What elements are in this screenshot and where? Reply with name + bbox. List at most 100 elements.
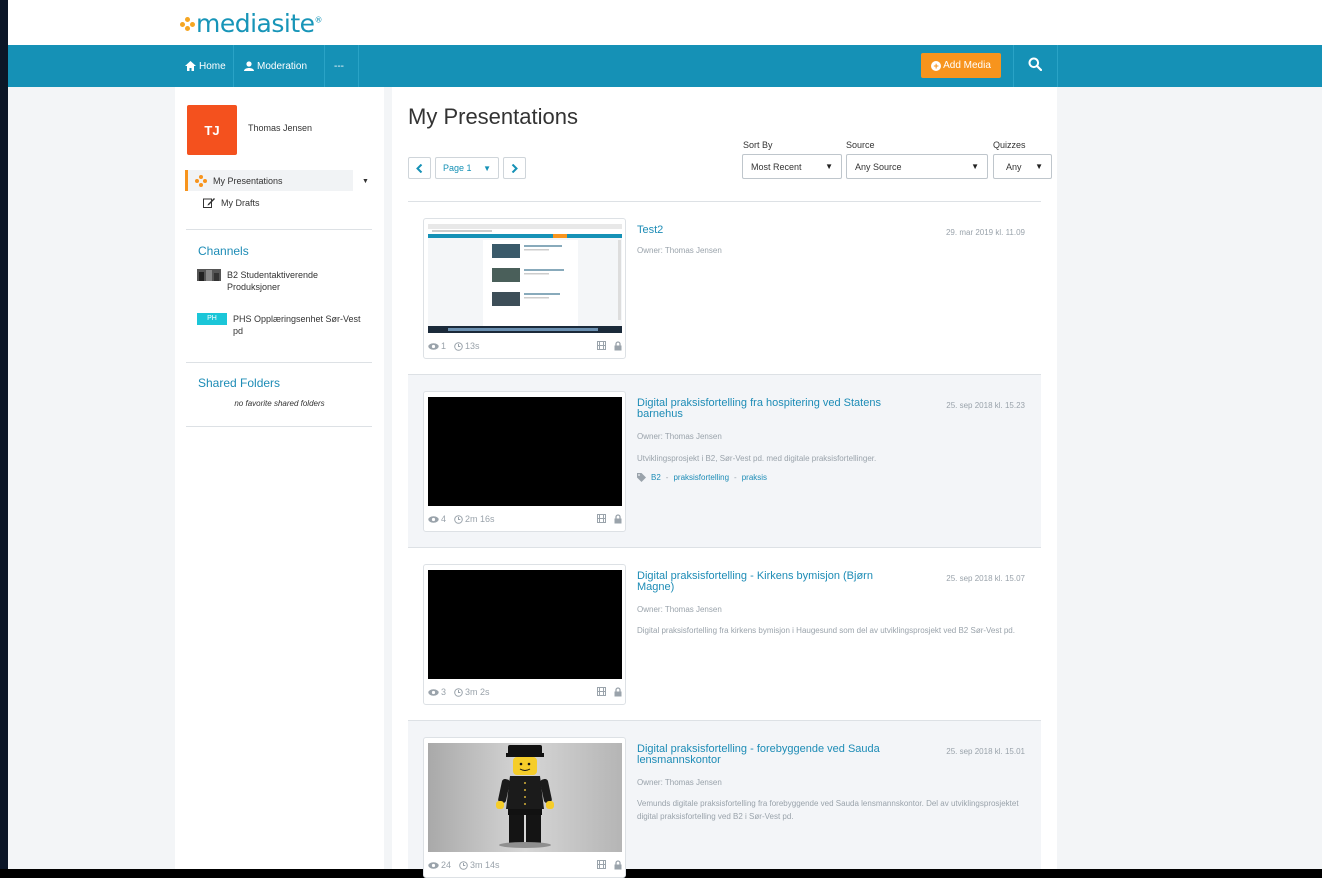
- page-select-value: Page 1: [443, 163, 472, 173]
- presentation-owner: Owner: Thomas Jensen: [637, 432, 722, 441]
- sidebar-item-label: My Drafts: [221, 197, 260, 208]
- presentation-owner: Owner: Thomas Jensen: [637, 246, 722, 255]
- lego-figure-thumbnail: [428, 743, 622, 852]
- clock-icon: [454, 687, 463, 697]
- presentation-title-link[interactable]: Digital praksisfortelling - Kirkens bymi…: [637, 571, 897, 593]
- presentation-description: Utviklingsprosjekt i B2, Sør-Vest pd. me…: [637, 454, 877, 463]
- presentation-thumbnail: [428, 570, 622, 679]
- view-count-value: 1: [441, 341, 447, 351]
- divider: [186, 426, 372, 427]
- presentation-title-link[interactable]: Digital praksisfortelling - forebyggende…: [637, 744, 897, 766]
- eye-icon: [428, 688, 439, 696]
- presentation-stats: 3 3m 2s: [428, 686, 622, 698]
- presentation-title-link[interactable]: Test2: [637, 225, 897, 236]
- channel-badge: PH: [197, 313, 227, 325]
- presentation-thumbnail-card[interactable]: 4 2m 16s: [423, 391, 626, 532]
- clock-icon: [454, 341, 463, 351]
- presentation-thumbnail-card[interactable]: 1 13s: [423, 218, 626, 359]
- presentation-description: Digital praksisfortelling fra kirkens by…: [637, 626, 1015, 635]
- presentation-date: 25. sep 2018 kl. 15.01: [946, 747, 1025, 756]
- presentation-thumbnail-card[interactable]: 24 3m 14s: [423, 737, 626, 878]
- view-count-value: 4: [441, 514, 447, 524]
- view-count: 4: [428, 514, 446, 524]
- presentation-stats: 1 13s: [428, 340, 622, 352]
- channels-heading: Channels: [198, 244, 249, 258]
- edit-icon: [203, 198, 215, 208]
- duration-value: 13s: [465, 341, 480, 351]
- channel-thumbnail: [197, 269, 221, 281]
- user-icon: [244, 61, 254, 71]
- source-label: Source: [846, 140, 875, 150]
- channel-item[interactable]: PH PHS Opplæringsenhet Sør-Vest pd: [197, 313, 373, 337]
- presentation-owner: Owner: Thomas Jensen: [637, 778, 722, 787]
- presentation-title-link[interactable]: Digital praksisfortelling fra hospiterin…: [637, 398, 897, 420]
- nav-separator: [324, 45, 325, 87]
- mediasite-dots-icon: [195, 174, 209, 187]
- header: mediasite®: [8, 0, 1322, 45]
- presentation-stats: 24 3m 14s: [428, 859, 622, 871]
- divider: [186, 229, 372, 230]
- sidebar-item-label: My Presentations: [213, 175, 283, 186]
- presentation-item[interactable]: 24 3m 14s Digital praksisfortelling - fo…: [408, 721, 1041, 878]
- add-media-button[interactable]: + Add Media: [921, 53, 1001, 78]
- mediasite-logo[interactable]: mediasite®: [180, 9, 323, 38]
- avatar-initials: TJ: [204, 122, 220, 138]
- presentation-thumbnail: [428, 743, 622, 852]
- tag-link[interactable]: praksis: [742, 473, 767, 482]
- caret-down-icon: ▼: [825, 162, 833, 171]
- presentation-owner: Owner: Thomas Jensen: [637, 605, 722, 614]
- caret-down-icon[interactable]: ▼: [362, 178, 369, 185]
- clock-icon: [459, 860, 468, 870]
- duration-value: 2m 16s: [465, 514, 495, 524]
- presentation-thumbnail-card[interactable]: 3 3m 2s: [423, 564, 626, 705]
- content-area: TJ Thomas Jensen My Presentations ▼ My D…: [8, 87, 1322, 878]
- shared-folders-heading: Shared Folders: [198, 376, 281, 390]
- presentation-item[interactable]: 4 2m 16s Digital praksisfortelling fra h…: [408, 375, 1041, 547]
- nav-more[interactable]: ---: [334, 45, 344, 87]
- quizzes-label: Quizzes: [993, 140, 1026, 150]
- quizzes-value: Any: [1006, 161, 1022, 172]
- search-button[interactable]: [1028, 57, 1048, 77]
- sort-by-select[interactable]: Most Recent ▼: [742, 154, 842, 179]
- avatar[interactable]: TJ: [187, 105, 237, 155]
- no-shared-folders-text: no favorite shared folders: [234, 399, 325, 408]
- duration: 2m 16s: [454, 514, 495, 524]
- clock-icon: [454, 514, 463, 524]
- sidebar-item-my-presentations[interactable]: My Presentations: [185, 170, 353, 191]
- channel-item[interactable]: B2 Studentaktiverende Produksjoner: [197, 269, 347, 293]
- nav-moderation[interactable]: Moderation: [244, 45, 307, 87]
- tag-link[interactable]: praksisfortelling: [673, 473, 729, 482]
- add-media-label: Add Media: [943, 60, 991, 71]
- film-icon: [597, 341, 606, 350]
- caret-down-icon: ▼: [971, 162, 979, 171]
- quizzes-select[interactable]: Any ▼: [993, 154, 1052, 179]
- presentation-item[interactable]: 3 3m 2s Digital praksisfortelling - Kirk…: [408, 548, 1041, 720]
- channel-label: PHS Opplæringsenhet Sør-Vest pd: [233, 314, 361, 336]
- presentation-tags: B2 - praksisfortelling - praksis: [637, 473, 767, 482]
- divider: [186, 362, 372, 363]
- source-select[interactable]: Any Source ▼: [846, 154, 988, 179]
- eye-icon: [428, 861, 439, 869]
- nav-more-label: ---: [334, 60, 344, 72]
- nav-moderation-label: Moderation: [257, 60, 308, 72]
- tag-separator: -: [665, 473, 669, 482]
- top-navbar: Home Moderation --- + Add Media: [8, 45, 1322, 87]
- presentation-item[interactable]: 1 13s Test2 29. mar 2019 kl. 11.09 Owner…: [408, 202, 1041, 374]
- nav-separator: [1013, 45, 1014, 87]
- next-page-button[interactable]: [503, 157, 526, 179]
- source-value: Any Source: [855, 161, 902, 172]
- page-select[interactable]: Page 1 ▼: [435, 157, 499, 179]
- tag-link[interactable]: B2: [651, 473, 661, 482]
- channel-label: B2 Studentaktiverende Produksjoner: [227, 270, 319, 292]
- chevron-left-icon: [416, 163, 423, 173]
- nav-separator: [233, 45, 234, 87]
- logo-text: mediasite®: [196, 9, 323, 38]
- prev-page-button[interactable]: [408, 157, 431, 179]
- presentation-thumbnail: [428, 224, 622, 333]
- tag-icon: [637, 473, 646, 482]
- view-count-value: 3: [441, 687, 447, 697]
- sidebar-item-my-drafts[interactable]: My Drafts: [203, 197, 260, 208]
- view-count: 3: [428, 687, 446, 697]
- nav-home[interactable]: Home: [185, 45, 226, 87]
- plus-circle-icon: +: [931, 60, 942, 71]
